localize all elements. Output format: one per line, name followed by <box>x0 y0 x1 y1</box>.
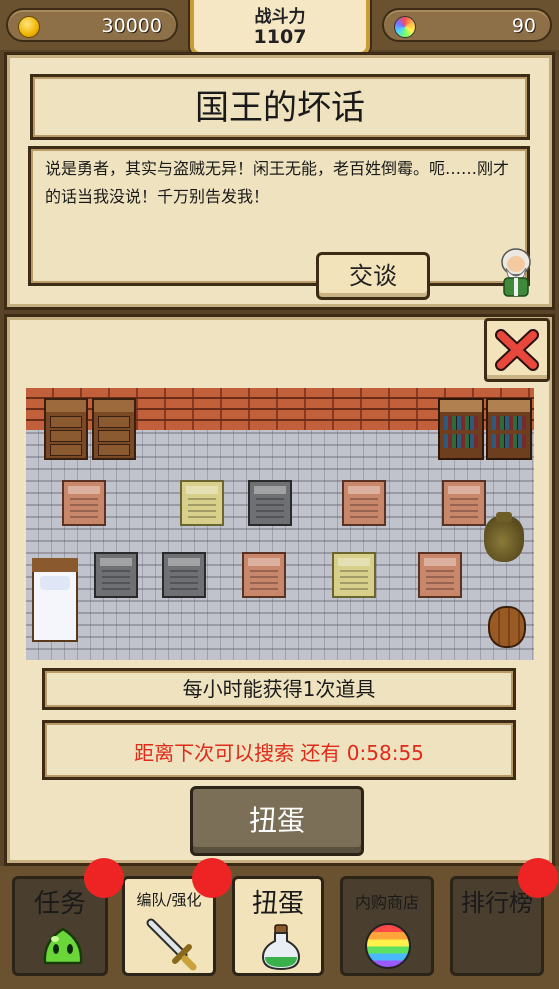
close-button[interactable] <box>484 318 550 382</box>
copper-chest[interactable] <box>442 480 486 526</box>
combat-power-value: 1107 <box>253 26 307 48</box>
iron-chest[interactable] <box>94 552 138 598</box>
bookshelf[interactable] <box>438 398 484 460</box>
stone-floor <box>26 430 534 660</box>
dialog-text: 说是勇者，其实与盗贼无异！闲王无能，老百姓倒霉。呃……刚才的话当我没说！千万别告… <box>45 159 510 206</box>
iron-chest[interactable] <box>248 480 292 526</box>
wooden-barrel[interactable] <box>488 606 526 648</box>
bookshelf[interactable] <box>486 398 532 460</box>
gold-coin-icon <box>18 16 40 38</box>
gold-chest[interactable] <box>332 552 376 598</box>
countdown-text: 距离下次可以搜索 还有 0:58:55 <box>134 741 424 765</box>
gold-chest[interactable] <box>180 480 224 526</box>
tab-label: 内购商店 <box>354 893 419 912</box>
notification-badge <box>518 858 558 898</box>
potion-icon <box>261 924 301 971</box>
room-map <box>26 388 534 660</box>
countdown-box: 距离下次可以搜索 还有 0:58:55 <box>42 720 516 780</box>
iron-chest[interactable] <box>162 552 206 598</box>
slime-icon <box>43 927 83 965</box>
notification-badge <box>84 858 124 898</box>
sword-icon <box>146 918 197 971</box>
copper-chest[interactable] <box>418 552 462 598</box>
tab-gacha[interactable]: 扭蛋 <box>232 876 324 976</box>
gold-amount: 30000 <box>101 15 162 37</box>
old-sage-icon <box>494 246 538 298</box>
bed[interactable] <box>32 558 78 642</box>
gem-counter: 90 <box>382 8 552 42</box>
dialog-box: 说是勇者，其实与盗贼无异！闲王无能，老百姓倒霉。呃……刚才的话当我没说！千万别告… <box>28 146 530 286</box>
copper-chest[interactable] <box>242 552 286 598</box>
rainbow-gem-icon <box>394 16 416 38</box>
clay-jar[interactable] <box>484 512 524 562</box>
combat-power-label: 战斗力 <box>254 7 306 27</box>
gold-counter: 30000 <box>6 8 178 42</box>
tab-shop[interactable]: 内购商店 <box>340 876 434 976</box>
rainbow-gem-icon <box>365 923 411 969</box>
close-icon <box>495 329 539 371</box>
gacha-button-label: 扭蛋 <box>248 804 305 837</box>
search-info-box: 每小时能获得1次道具 <box>42 668 516 710</box>
gem-amount: 90 <box>511 15 536 37</box>
copper-chest[interactable] <box>62 480 106 526</box>
talk-button[interactable]: 交谈 <box>316 252 430 300</box>
drawer-cabinet[interactable] <box>92 398 136 460</box>
copper-chest[interactable] <box>342 480 386 526</box>
event-title-box: 国王的坏话 <box>30 74 530 140</box>
search-info-text: 每小时能获得1次道具 <box>182 677 376 701</box>
event-title: 国王的坏话 <box>195 88 365 128</box>
notification-badge <box>192 858 232 898</box>
combat-power-box: 战斗力 1107 <box>190 0 370 56</box>
tab-label: 扭蛋 <box>251 889 304 919</box>
drawer-cabinet[interactable] <box>44 398 88 460</box>
gacha-button[interactable]: 扭蛋 <box>190 786 364 856</box>
